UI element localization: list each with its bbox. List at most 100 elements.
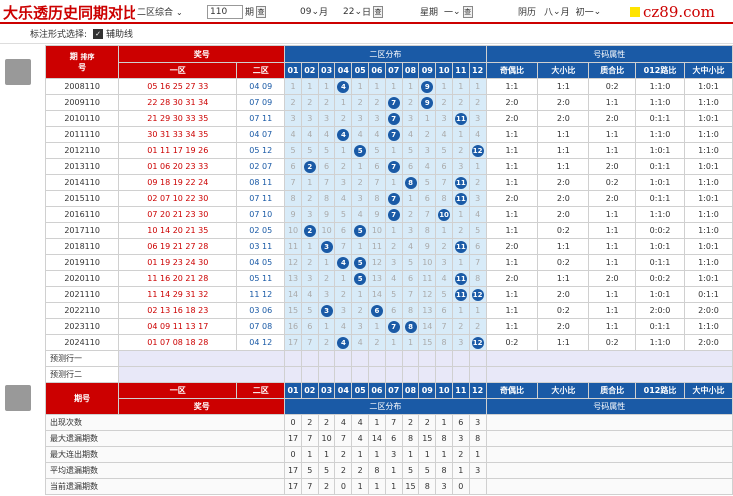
attr-cell: 1:1:0 xyxy=(683,254,733,271)
attr-cell: 1:0:1 xyxy=(683,110,733,127)
zone2-cell: 07 11 xyxy=(236,110,286,127)
stat-cell: 1 xyxy=(317,446,336,463)
predict-cell[interactable] xyxy=(435,350,453,367)
dist-cell: 3 xyxy=(401,222,420,239)
stat-cell: 1 xyxy=(435,446,453,463)
predict-cell[interactable] xyxy=(284,350,302,367)
hit-ball: 9 xyxy=(421,96,434,109)
dist-cell: 13 xyxy=(418,302,437,319)
week-group[interactable]: 星期一 ⌄ 查 xyxy=(420,4,473,19)
chevron-down-icon: ⌄ xyxy=(311,6,319,17)
dist-cell: 10 xyxy=(317,222,336,239)
dist-cell: 12 xyxy=(284,254,302,271)
predict-cell[interactable] xyxy=(284,366,302,383)
stat-cell: 1 xyxy=(384,478,403,495)
dist-cell: 4 xyxy=(468,126,487,143)
attr-cell: 0:1:1 xyxy=(635,254,685,271)
dist-cell: 4 xyxy=(334,334,353,351)
hit-ball: 7 xyxy=(387,128,400,141)
attr-cell: 1:1:0 xyxy=(683,206,733,223)
attr-cell: 0:2 xyxy=(588,78,637,95)
dist-cell: 5 xyxy=(351,270,370,287)
predict-cell[interactable] xyxy=(401,366,420,383)
attr-cell: 0:1:1 xyxy=(635,318,685,335)
num-footer: 06 xyxy=(368,382,386,399)
dist-cell: 9 xyxy=(284,206,302,223)
checkbox-icon[interactable]: ✓ xyxy=(93,28,104,39)
dist-cell: 4 xyxy=(300,126,319,143)
zone2-cell: 05 11 xyxy=(236,270,286,287)
predict-cell[interactable] xyxy=(300,350,319,367)
lunar-group[interactable]: 阴历八 ⌄ 月初一 ⌄ xyxy=(518,4,601,19)
attr-cell: 0:2 xyxy=(537,222,590,239)
dist-cell: 3 xyxy=(384,254,403,271)
predict-cell[interactable] xyxy=(418,350,437,367)
month-group[interactable]: 09 ⌄ 月 xyxy=(300,4,328,19)
predict-cell[interactable] xyxy=(317,366,336,383)
attr-cell: 2:0 xyxy=(537,174,590,191)
check-week-button[interactable]: 查 xyxy=(462,5,473,18)
predict-cell[interactable] xyxy=(368,350,386,367)
attr-cell: 1:1 xyxy=(485,142,539,159)
dist-cell: 2 xyxy=(451,222,470,239)
predict-input[interactable] xyxy=(118,350,286,367)
predict-cell[interactable] xyxy=(418,366,437,383)
day-group[interactable]: 22 ⌄ 日查 xyxy=(343,4,384,19)
dist-cell: 1 xyxy=(401,334,420,351)
dist-cell: 1 xyxy=(317,78,336,95)
dist-cell: 6 xyxy=(435,158,453,175)
stat-cell: 5 xyxy=(300,462,319,479)
dist-cell: 4 xyxy=(300,286,319,303)
dist-cell: 4 xyxy=(418,158,437,175)
predict-cell[interactable] xyxy=(451,366,470,383)
stat-cell: 0 xyxy=(284,446,302,463)
zone2-cell: 04 05 xyxy=(236,254,286,271)
dist-cell: 15 xyxy=(284,302,302,319)
stat-cell: 0 xyxy=(451,478,470,495)
predict-cell[interactable] xyxy=(368,366,386,383)
dist-cell: 11 xyxy=(451,190,470,207)
attr-cell: 2:0 xyxy=(485,110,539,127)
predict-cell[interactable] xyxy=(468,350,487,367)
stat-cell: 8 xyxy=(435,462,453,479)
num-header: 07 xyxy=(384,62,403,79)
check-button[interactable]: 查 xyxy=(256,5,267,18)
attr-col-header: 大中小比 xyxy=(683,62,733,79)
predict-cell[interactable] xyxy=(351,366,370,383)
predict-cell[interactable] xyxy=(334,350,353,367)
attr-cell: 1:1 xyxy=(588,302,637,319)
issue-input[interactable]: 110 xyxy=(207,4,243,19)
dist-cell: 3 xyxy=(300,110,319,127)
predict-cell[interactable] xyxy=(384,366,403,383)
check-day-button[interactable]: 查 xyxy=(373,5,384,18)
issue-cell: 2016110 xyxy=(44,206,120,223)
predict-attr xyxy=(485,350,733,367)
attr-cell: 1:1 xyxy=(588,254,637,271)
attr-cell: 1:0:1 xyxy=(683,78,733,95)
dist-cell: 2 xyxy=(435,94,453,111)
attr-cell: 1:1 xyxy=(588,206,637,223)
predict-cell[interactable] xyxy=(451,350,470,367)
predict-input[interactable] xyxy=(118,366,286,383)
predict-cell[interactable] xyxy=(401,350,420,367)
history-table: 期 排序号奖号 二区分布 号码属性 一区 二区 01 02 03 04 05 06 07 08 09 10 1… xyxy=(44,45,733,495)
stat-cell: 2 xyxy=(351,462,370,479)
predict-cell[interactable] xyxy=(468,366,487,383)
attr-cell: 1:1 xyxy=(537,78,590,95)
dist-cell: 5 xyxy=(351,222,370,239)
table-row: 2017110 10 14 20 21 35 02 05 10 2 10 6 5 10 1 3 8 1 2… xyxy=(44,222,733,239)
predict-cell[interactable] xyxy=(334,366,353,383)
dist-cell: 1 xyxy=(351,238,370,255)
dist-cell: 11 xyxy=(451,286,470,303)
predict-cell[interactable] xyxy=(317,350,336,367)
issue-cell: 2012110 xyxy=(44,142,120,159)
predict-cell[interactable] xyxy=(435,366,453,383)
predict-cell[interactable] xyxy=(384,350,403,367)
num-footer: 08 xyxy=(401,382,420,399)
predict-cell[interactable] xyxy=(300,366,319,383)
sort-button[interactable]: 排序 xyxy=(81,53,95,61)
zone-select[interactable]: 二区综合 ⌄ xyxy=(135,4,185,19)
attr-cell: 1:1 xyxy=(588,222,637,239)
stat-cell: 1 xyxy=(351,478,370,495)
predict-cell[interactable] xyxy=(351,350,370,367)
